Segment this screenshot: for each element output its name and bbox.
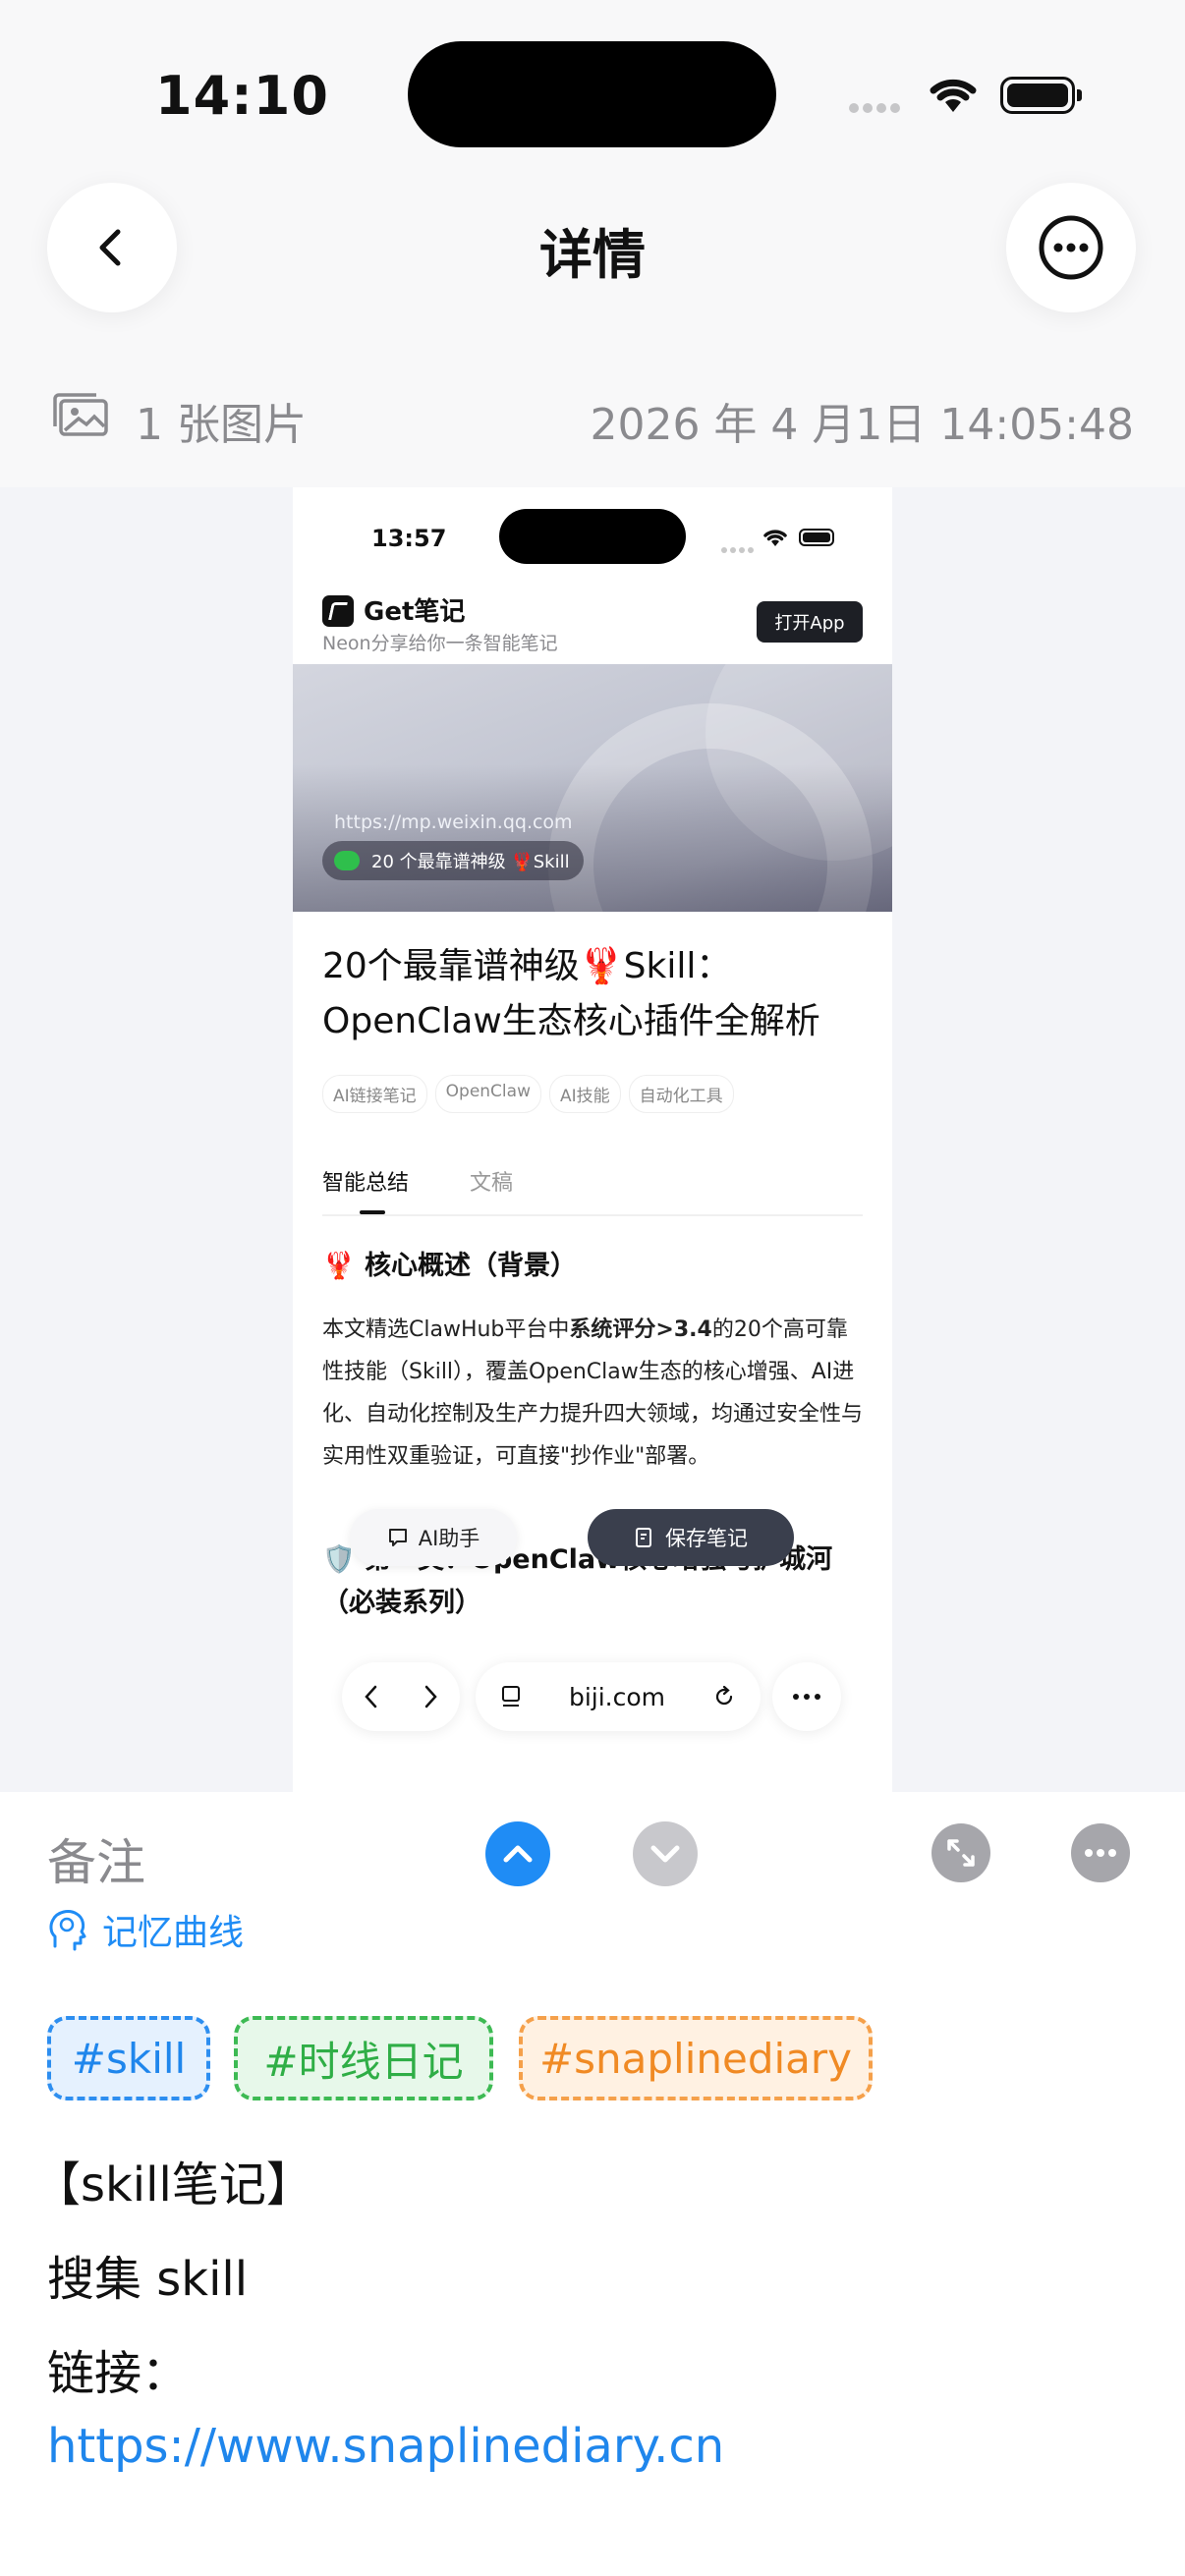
- memory-curve-link[interactable]: 记忆曲线: [47, 1904, 244, 1955]
- shot-paragraph: 本文精选ClawHub平台中系统评分>3.4的20个高可靠性技能（Skill），…: [322, 1309, 865, 1478]
- shot-paragraph-bold: 系统评分>3.4: [569, 1317, 712, 1342]
- getnote-logo-icon: [322, 595, 354, 627]
- shot-app-name: Get笔记: [364, 597, 466, 627]
- scroll-up-button[interactable]: [485, 1821, 550, 1886]
- expand-icon: [947, 1839, 975, 1867]
- tag-timeline-diary[interactable]: #时线日记: [234, 2016, 493, 2100]
- shot-tag: AI链接笔记: [322, 1075, 427, 1113]
- shot-dynamic-island: [499, 509, 686, 564]
- shot-tab-transcript: 文稿: [470, 1171, 514, 1196]
- wifi-icon: [926, 73, 981, 120]
- image-count: 1 张图片: [136, 400, 307, 450]
- shot-tab-bar: 智能总结 文稿: [322, 1165, 863, 1216]
- shot-heading-overview: 🦞 核心概述（背景）: [322, 1251, 578, 1281]
- shot-browser-url-bar: biji.com: [476, 1662, 761, 1731]
- shot-browser-more: [772, 1662, 841, 1731]
- chat-icon: [388, 1529, 407, 1546]
- note-link[interactable]: https://www.snaplinediary.cn: [47, 2419, 1128, 2474]
- shot-banner-pill-text: 20 个最靠谱神级 🦞Skill: [371, 852, 570, 872]
- chevron-right-icon: [424, 1685, 437, 1708]
- dynamic-island: [408, 41, 776, 147]
- note-line: 链接：: [47, 2346, 190, 2401]
- status-time: 14:10: [155, 65, 329, 127]
- note-datetime: 2026 年 4 月1日 14:05:48: [590, 400, 1134, 450]
- chevron-left-icon: [365, 1685, 377, 1708]
- note-icon: [636, 1528, 651, 1547]
- wechat-icon: [334, 851, 360, 870]
- cellular-signal-icon: [849, 98, 906, 113]
- shot-save-note-label: 保存笔记: [665, 1527, 748, 1550]
- shot-tab-indicator: [360, 1210, 385, 1214]
- shot-paragraph-text: 本文精选ClawHub平台中: [322, 1317, 570, 1342]
- note-label: 备注: [47, 1834, 145, 1891]
- note-line: 搜集 skill: [47, 2252, 249, 2307]
- shot-open-app-button: 打开App: [757, 601, 863, 643]
- shot-tab-summary: 智能总结: [322, 1171, 410, 1196]
- more-circle-icon: [1039, 215, 1103, 280]
- shot-share-text: Neon分享给你一条智能笔记: [322, 633, 558, 654]
- tag-skill[interactable]: #skill: [47, 2016, 210, 2100]
- scroll-down-button[interactable]: [633, 1821, 698, 1886]
- shot-ai-assistant-label: AI助手: [418, 1527, 480, 1550]
- shot-wifi-icon: [762, 527, 789, 552]
- shot-battery-icon: [799, 529, 834, 546]
- more-dots-icon: [1085, 1849, 1116, 1857]
- image-gallery-icon: [51, 391, 110, 442]
- brain-head-icon: [49, 1910, 86, 1951]
- shot-browser-nav: [342, 1662, 460, 1731]
- shot-tag: OpenClaw: [434, 1075, 541, 1113]
- shot-tag: AI技能: [548, 1075, 621, 1113]
- shot-tag-list: AI链接笔记 OpenClaw AI技能 自动化工具: [322, 1075, 742, 1113]
- attached-screenshot[interactable]: 13:57 Get笔记 Neon分享给你一条智能笔记 打开App https:/…: [293, 487, 892, 1792]
- expand-button[interactable]: [931, 1823, 990, 1882]
- shot-save-note-button: 保存笔记: [588, 1509, 794, 1566]
- battery-icon: [1000, 77, 1082, 114]
- chevron-up-icon: [503, 1845, 533, 1863]
- more-dots-icon: [793, 1694, 820, 1700]
- tag-snaplinediary[interactable]: #snaplinediary: [519, 2016, 873, 2100]
- note-options-button[interactable]: [1071, 1823, 1130, 1882]
- memory-curve-label: 记忆曲线: [102, 1913, 245, 1953]
- shot-status-time: 13:57: [371, 525, 447, 552]
- shot-browser-url: biji.com: [568, 1682, 666, 1711]
- more-button[interactable]: [1006, 183, 1136, 312]
- tab-icon: [501, 1686, 520, 1707]
- shot-banner-pill: 20 个最靠谱神级 🦞Skill: [322, 841, 584, 880]
- chevron-down-icon: [650, 1845, 680, 1863]
- refresh-icon: [716, 1685, 733, 1706]
- shot-tag: 自动化工具: [628, 1075, 734, 1113]
- shot-article-title: 20个最靠谱神级🦞Skill：OpenClaw生态核心插件全解析: [322, 946, 820, 1041]
- note-link-container: https://www.snaplinediary.cn: [47, 2419, 1128, 2482]
- note-line: 【skill笔记】: [33, 2157, 313, 2212]
- shot-banner-url: https://mp.weixin.qq.com: [334, 812, 573, 833]
- shot-ai-assistant-button: AI助手: [350, 1509, 517, 1566]
- shot-signal-icon: [721, 538, 757, 557]
